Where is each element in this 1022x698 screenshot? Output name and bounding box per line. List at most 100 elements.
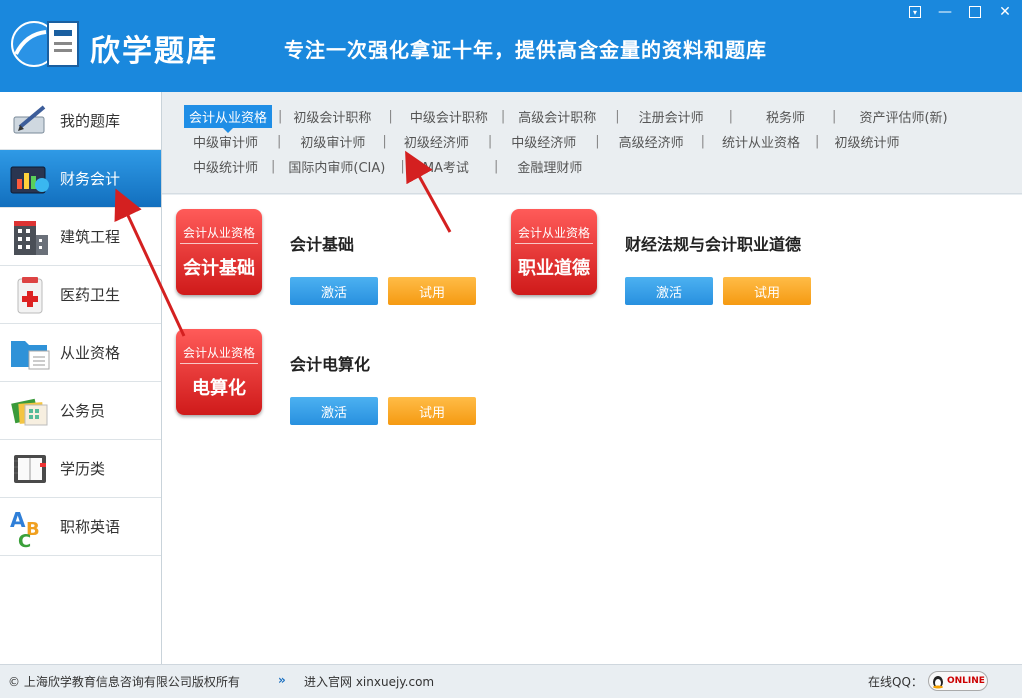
category-row-2: 中级审计师 | 初级审计师 | 初级经济师 | 中级经济师 | 高级经济师 | … — [188, 129, 904, 153]
tab-separator: | — [493, 158, 499, 174]
badge-category: 会计从业资格 — [180, 224, 258, 244]
website-link[interactable]: 进入官网 xinxuejy.com — [304, 673, 434, 690]
product-name: 财经法规与会计职业道德 — [625, 235, 802, 254]
sidebar-item-construction[interactable]: 建筑工程 — [0, 208, 161, 266]
sidebar-item-label: 学历类 — [60, 460, 106, 478]
sidebar-item-my-bank[interactable]: 我的题库 — [0, 92, 161, 150]
medical-icon — [0, 266, 60, 324]
chevron-icon: » — [278, 673, 286, 687]
badge-title: 会计基础 — [183, 258, 255, 279]
pen-notebook-icon — [0, 92, 60, 150]
tab-chuji-shenjishi[interactable]: 初级审计师 — [295, 130, 370, 153]
qq-penguin-icon — [929, 672, 947, 690]
sidebar-item-label: 公务员 — [60, 402, 106, 420]
badge-category: 会计从业资格 — [180, 344, 258, 364]
tab-separator: | — [595, 133, 600, 149]
sidebar-item-label: 财务会计 — [60, 170, 121, 188]
qq-online-button[interactable]: ONLINE — [928, 671, 988, 691]
files-icon — [0, 382, 60, 440]
sidebar-item-medical[interactable]: 医药卫生 — [0, 266, 161, 324]
sidebar-item-civil-servant[interactable]: 公务员 — [0, 382, 161, 440]
trial-button[interactable]: 试用 — [388, 277, 476, 305]
abc-icon: ABC — [0, 498, 60, 556]
sidebar-item-finance[interactable]: 财务会计 — [0, 150, 161, 208]
tab-chuji-kuaiji[interactable]: 初级会计职称 — [288, 105, 376, 128]
category-tabs: 会计从业资格 | 初级会计职称 | 中级会计职称 | 高级会计职称 | 注册会计… — [162, 92, 1022, 194]
building-icon — [0, 208, 60, 266]
tab-zichan-pinggushi[interactable]: 资产评估师(新) — [854, 105, 952, 128]
window-controls: ▾ — ✕ — [904, 2, 1016, 22]
tab-cma[interactable]: CMA考试 — [409, 155, 474, 178]
activate-button[interactable]: 激活 — [290, 397, 378, 425]
tab-gaoji-jingjishi[interactable]: 高级经济师 — [614, 130, 689, 153]
product-panel: 会计从业资格 会计基础 会计基础 激活 试用 会计从业资格 职业道德 财经法规与… — [162, 195, 1022, 664]
product-badge: 会计从业资格 电算化 — [176, 329, 262, 415]
activate-button[interactable]: 激活 — [290, 277, 378, 305]
tab-separator: | — [500, 108, 506, 124]
category-row-3: 中级统计师 | 国际内审师(CIA) | CMA考试 | 金融理财师 — [188, 154, 587, 178]
product-badge: 会计从业资格 会计基础 — [176, 209, 262, 295]
status-bar: © 上海欣学教育信息咨询有限公司版权所有 » 进入官网 xinxuejy.com… — [0, 664, 1022, 698]
sidebar-item-label: 从业资格 — [60, 344, 121, 362]
tab-gaoji-kuaiji[interactable]: 高级会计职称 — [513, 105, 601, 128]
sidebar-item-label: 医药卫生 — [60, 286, 121, 304]
badge-title: 职业道德 — [518, 258, 590, 279]
copyright-text: © 上海欣学教育信息咨询有限公司版权所有 — [8, 675, 240, 689]
badge-title: 电算化 — [192, 378, 246, 399]
trial-button[interactable]: 试用 — [388, 397, 476, 425]
tab-zhongji-jingjishi[interactable]: 中级经济师 — [506, 130, 581, 153]
tagline: 专注一次强化拿证十年，提供高含金量的资料和题库 — [284, 38, 767, 62]
tab-separator: | — [271, 158, 276, 174]
book-icon — [0, 440, 60, 498]
sidebar-item-label: 建筑工程 — [60, 228, 121, 246]
tab-separator: | — [615, 108, 620, 124]
folder-icon — [0, 324, 60, 382]
tab-separator: | — [832, 108, 837, 124]
tab-chuji-jingjishi[interactable]: 初级经济师 — [399, 130, 474, 153]
tab-zhongji-shenjishi[interactable]: 中级审计师 — [188, 130, 263, 153]
svg-text:C: C — [18, 531, 31, 549]
tab-separator: | — [388, 108, 393, 124]
qq-online-label: ONLINE — [947, 676, 985, 686]
sidebar-item-english[interactable]: ABC 职称英语 — [0, 498, 161, 556]
sidebar-item-label: 职称英语 — [60, 518, 121, 536]
tab-zhuce-kuaijishi[interactable]: 注册会计师 — [634, 105, 709, 128]
tab-cia[interactable]: 国际内审师(CIA) — [283, 155, 390, 178]
tab-tongji-congye[interactable]: 统计从业资格 — [717, 130, 805, 153]
maximize-icon[interactable] — [964, 2, 986, 22]
logo-icon — [6, 14, 86, 74]
tab-separator: | — [487, 133, 493, 149]
category-row-1: 会计从业资格 | 初级会计职称 | 中级会计职称 | 高级会计职称 | 注册会计… — [184, 104, 953, 133]
tab-separator: | — [700, 133, 706, 149]
product-name: 会计基础 — [290, 235, 355, 254]
app-header: 欣学题库 专注一次强化拿证十年，提供高含金量的资料和题库 ▾ — ✕ — [0, 0, 1022, 92]
sidebar: 我的题库 财务会计 建筑工程 医药卫生 从业资格 公务员 学历类 A B C 职… — [0, 92, 162, 664]
trial-button[interactable]: 试用 — [723, 277, 811, 305]
tab-chuji-tongjishi[interactable]: 初级统计师 — [829, 130, 904, 153]
dropdown-icon[interactable]: ▾ — [904, 2, 926, 22]
tab-jinrong-licaishi[interactable]: 金融理财师 — [512, 155, 587, 178]
close-icon[interactable]: ✕ — [994, 2, 1016, 22]
tab-separator: | — [277, 133, 282, 149]
tab-separator: | — [400, 158, 405, 174]
product-card: 会计从业资格 会计基础 会计基础 激活 试用 — [176, 209, 506, 309]
tab-separator: | — [728, 108, 734, 124]
chart-icon — [0, 150, 60, 208]
qq-label: 在线QQ： — [868, 675, 923, 689]
tab-separator: | — [278, 108, 283, 124]
activate-button[interactable]: 激活 — [625, 277, 713, 305]
product-badge: 会计从业资格 职业道德 — [511, 209, 597, 295]
badge-category: 会计从业资格 — [515, 224, 593, 244]
tab-shuiwushi[interactable]: 税务师 — [761, 105, 810, 128]
tab-separator: | — [382, 133, 387, 149]
tab-kuaiji-congye[interactable]: 会计从业资格 — [184, 104, 273, 133]
product-name: 会计电算化 — [290, 355, 371, 374]
tab-zhongji-tongjishi[interactable]: 中级统计师 — [188, 155, 263, 178]
logo-text: 欣学题库 — [90, 34, 218, 69]
product-card: 会计从业资格 电算化 会计电算化 激活 试用 — [176, 329, 506, 429]
tab-zhongji-kuaiji[interactable]: 中级会计职称 — [405, 105, 493, 128]
sidebar-item-education[interactable]: 学历类 — [0, 440, 161, 498]
sidebar-item-label: 我的题库 — [60, 112, 121, 130]
sidebar-item-qualification[interactable]: 从业资格 — [0, 324, 161, 382]
minimize-icon[interactable]: — — [934, 2, 956, 22]
